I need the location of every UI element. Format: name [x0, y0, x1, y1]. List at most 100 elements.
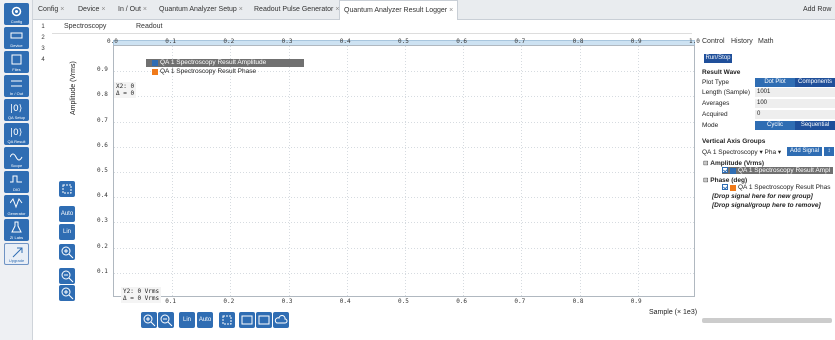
length-field[interactable]: 1001 — [755, 88, 835, 97]
mode-label: Mode — [702, 122, 719, 129]
acquired-field: 0 — [755, 110, 835, 119]
tree-signal-phase[interactable]: QA 1 Spectroscopy Result Phas — [722, 184, 831, 191]
zoom-in-icon — [61, 287, 74, 300]
cursor-mode-button[interactable] — [59, 181, 75, 197]
add-row-button[interactable]: Add Row — [803, 0, 831, 19]
tab-readout[interactable]: Readout — [136, 23, 162, 30]
legend-item-phase[interactable]: QA 1 Spectroscopy Result Phase — [146, 68, 304, 76]
zoom-out-icon — [160, 314, 173, 327]
color-swatch-icon — [730, 168, 736, 174]
zoom-out-x-button[interactable] — [158, 312, 174, 328]
drop-remove-target[interactable]: [Drop signal/group here to remove] — [712, 202, 821, 209]
y-ticks: 0.9 0.8 0.7 0.6 0.5 0.4 0.3 0.2 0.1 — [0, 0, 112, 340]
x-tick-label: 0.3 — [281, 298, 293, 305]
auto-x-button[interactable]: Auto — [197, 312, 213, 328]
zoom-fit-y-button[interactable] — [59, 285, 75, 301]
tab-math[interactable]: Math — [758, 38, 774, 45]
result-wave-header: Result Wave — [702, 69, 741, 76]
math2-button[interactable] — [256, 312, 272, 328]
checkbox[interactable] — [722, 167, 728, 174]
x-tick-label: 0.7 — [514, 38, 526, 45]
plot-legend: QA 1 Spectroscopy Result Amplitude QA 1 … — [146, 59, 304, 77]
length-label: Length (Sample) — [702, 89, 751, 96]
math-icon — [241, 315, 253, 325]
plot-area[interactable] — [113, 45, 696, 298]
averages-field[interactable]: 100 — [755, 99, 835, 108]
tree-signal-amplitude[interactable]: QA 1 Spectroscopy Result Ampl — [722, 167, 834, 174]
x-tick-label: 0.2 — [223, 38, 235, 45]
vertical-axis-groups-header: Vertical Axis Groups — [702, 138, 766, 145]
y-tick-label: 0.9 — [97, 66, 108, 74]
x-cursor-readout: X2: 0Δ = 0 — [114, 82, 137, 98]
x-tick-label: 0.9 — [630, 38, 642, 45]
tab-qa-setup[interactable]: Quantum Analyzer Setup × — [159, 0, 243, 19]
x-tick-label: 0.8 — [572, 298, 584, 305]
plot-grid — [114, 46, 696, 298]
control-panel: Control History Math Run/Stop Result Wav… — [700, 38, 835, 328]
cursor-icon — [222, 315, 232, 325]
horizontal-scrollbar[interactable] — [702, 318, 832, 323]
mode-sequential-button[interactable]: Sequential — [795, 121, 835, 130]
dot-plot-button[interactable]: Dot Plot — [755, 78, 795, 87]
x-tick-label: 0.2 — [223, 298, 235, 305]
close-icon[interactable]: × — [239, 6, 243, 13]
zoom-in-icon — [61, 246, 74, 259]
x-tick-label: 0.5 — [398, 38, 409, 45]
x-axis-label: Sample (× 1e3) — [649, 309, 698, 316]
math-button[interactable] — [239, 312, 255, 328]
components-button[interactable]: Components — [795, 78, 835, 87]
x-tick-label: 0.1 — [165, 298, 177, 305]
y-tick-label: 0.6 — [97, 141, 108, 149]
averages-label: Averages — [702, 100, 730, 107]
y-cursor-readout: Y2: 0 Vrms Δ = 0 Vrms — [121, 287, 162, 303]
color-swatch-icon — [152, 69, 158, 75]
legend-item-amplitude[interactable]: QA 1 Spectroscopy Result Amplitude — [146, 59, 304, 67]
sub-tab-bar: Spectroscopy Readout — [52, 22, 692, 34]
tab-history[interactable]: History — [731, 38, 753, 45]
x-tick-label: 0.8 — [572, 38, 584, 45]
x-tick-label: 0.7 — [514, 298, 526, 305]
x-tick-label: 0.4 — [339, 298, 351, 305]
tree-group-phase[interactable]: ⊟ Phase (deg) — [703, 176, 747, 184]
auto-scale-button[interactable]: Auto — [59, 206, 75, 222]
zoom-out-y-button[interactable] — [59, 268, 75, 284]
checkbox[interactable] — [722, 184, 728, 191]
color-swatch-icon — [730, 185, 736, 191]
y-tick-label: 0.5 — [97, 167, 108, 174]
close-icon[interactable]: × — [449, 7, 453, 14]
tab-readout-pulse-generator[interactable]: Readout Pulse Generator × — [254, 0, 339, 19]
acquired-label: Acquired — [702, 111, 728, 118]
zoom-in-y-button[interactable] — [59, 244, 75, 260]
drop-new-group-target[interactable]: [Drop signal here for new group] — [712, 193, 813, 200]
x-tick-label: 0.3 — [281, 38, 293, 45]
close-icon[interactable]: × — [143, 6, 147, 13]
y-tick-label: 0.4 — [97, 192, 108, 200]
lin-x-button[interactable]: Lin — [179, 312, 195, 328]
plot-type-label: Plot Type — [702, 79, 729, 86]
tab-control[interactable]: Control — [702, 38, 725, 45]
tab-bar: Config × Device × In / Out × Quantum Ana… — [33, 0, 835, 20]
cursor-x-button[interactable] — [219, 312, 235, 328]
x-tick-label: 0.5 — [398, 298, 409, 305]
x-tick-label: 1.0 — [689, 38, 700, 45]
tab-qa-result-logger[interactable]: Quantum Analyzer Result Logger × — [339, 0, 459, 20]
y-tick-label: 0.1 — [97, 267, 108, 275]
zoom-out-icon — [61, 270, 74, 283]
mode-cyclic-button[interactable]: Cyclic — [755, 121, 795, 130]
y-tick-label: 0.8 — [97, 91, 108, 99]
math-icon — [258, 315, 270, 325]
tree-group-amplitude[interactable]: ⊟ Amplitude (Vrms) — [703, 159, 764, 167]
y-tick-label: 0.2 — [97, 242, 108, 250]
add-signal-button[interactable]: Add Signal — [787, 147, 822, 156]
run-stop-button[interactable]: Run/Stop — [704, 54, 732, 63]
color-swatch-icon — [152, 60, 158, 66]
zoom-in-x-button[interactable] — [141, 312, 157, 328]
signal-select[interactable]: QA 1 Spectroscopy ▾ Pha ▾ — [702, 148, 781, 156]
x-tick-label: 0.6 — [456, 38, 468, 45]
cloud-button[interactable] — [273, 312, 289, 328]
x-tick-label: 0.1 — [165, 38, 177, 45]
signal-options-button[interactable]: ↕ — [824, 147, 834, 156]
lin-scale-button[interactable]: Lin — [59, 224, 75, 240]
tab-inout[interactable]: In / Out × — [118, 0, 147, 19]
cloud-icon — [274, 314, 288, 324]
